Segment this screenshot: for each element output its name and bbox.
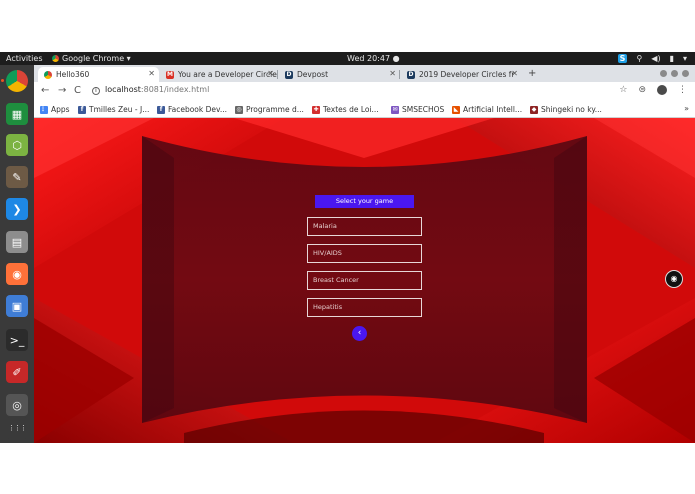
close-tab-icon[interactable]: ✕ [267, 69, 274, 78]
gmail-favicon-icon: M [166, 70, 174, 79]
bookmark-item[interactable]: ◆ Shingeki no ky... [530, 105, 602, 114]
tab-hello360[interactable]: Hello360 ✕ [38, 67, 159, 82]
url-host: localhost [105, 85, 141, 94]
app-menu-label: Google Chrome ▾ [62, 54, 131, 63]
bookmark-favicon-icon: ⋮⋮ [40, 105, 52, 114]
bookmark-favicon-icon: f [157, 105, 165, 114]
close-window-icon[interactable] [682, 70, 689, 77]
bookmarks-overflow-button[interactable]: » [684, 104, 689, 113]
running-indicator [1, 79, 4, 82]
bookmark-label: Programme d... [246, 105, 304, 114]
bookmark-favicon-icon: f [78, 105, 86, 114]
bookmark-label: Artificial Intell... [463, 105, 523, 114]
maximize-icon[interactable] [671, 70, 678, 77]
game-option-breast-cancer[interactable]: Breast Cancer [307, 271, 422, 290]
game-option-malaria[interactable]: Malaria [307, 217, 422, 236]
bookmark-item[interactable]: f Tmilles Zeu - J... [78, 105, 149, 114]
bookmark-label: Apps [51, 105, 70, 114]
bookmark-label: SMSECHOS [402, 105, 445, 114]
profile-avatar[interactable] [657, 85, 667, 95]
bookmark-label: Tmilles Zeu - J... [89, 105, 150, 114]
url-path: :8081/index.html [140, 85, 210, 94]
bookmark-favicon-icon: ◆ [530, 105, 538, 114]
tab-label: 2019 Developer Circles fr [419, 70, 515, 79]
bookmark-label: Shingeki no ky... [541, 105, 602, 114]
app-menu[interactable]: Google Chrome ▾ [52, 54, 131, 63]
back-button[interactable]: ← [41, 85, 49, 96]
bookmark-favicon-icon: ✉ [391, 105, 399, 114]
chrome-menu-button[interactable]: ⋮ [678, 85, 687, 95]
tab-strip: Hello360 ✕ M You are a Developer Circle … [34, 65, 695, 82]
reload-button[interactable]: C [74, 85, 81, 96]
power-menu-icon[interactable]: ▾ [683, 54, 687, 63]
image-viewer-icon[interactable]: ▣ [6, 295, 28, 317]
spreadsheet-icon[interactable]: ▦ [6, 103, 28, 125]
game-option-hepatitis[interactable]: Hepatitis [307, 298, 422, 317]
bookmark-favicon-icon: ✚ [312, 105, 320, 114]
vscode-icon[interactable]: ❯ [6, 198, 28, 220]
cube-icon[interactable]: ⬡ [6, 134, 28, 156]
game-option-hiv-aids[interactable]: HIV/AIDS [307, 244, 422, 263]
launcher-dock: ▦ ⬡ ✎ ❯ ▤ ◉ ▣ >_ ✐ ◎ ⋮⋮⋮ [0, 65, 34, 443]
text-editor-icon[interactable]: ✐ [6, 361, 28, 383]
bookmark-item[interactable]: ◎ Programme d... [235, 105, 304, 114]
desktop-screen: Activities Google Chrome ▾ Wed 20:47 ● S… [0, 52, 695, 443]
tab-developer-circles-2019[interactable]: D 2019 Developer Circles fr ✕ [401, 67, 522, 82]
tab-devpost[interactable]: D Devpost ✕ [279, 67, 400, 82]
chrome-favicon-icon [44, 70, 52, 79]
address-bar[interactable]: i localhost:8081/index.html [92, 85, 209, 95]
page-viewport: Select your game Malaria HIV/AIDS Breast… [34, 118, 695, 443]
new-tab-button[interactable]: + [528, 68, 536, 79]
bookmark-label: Facebook Dev... [168, 105, 228, 114]
bookmark-item[interactable]: ✉ SMSECHOS [391, 105, 444, 114]
chrome-icon [52, 55, 59, 62]
bookmark-item[interactable]: f Facebook Dev... [157, 105, 227, 114]
volume-icon[interactable]: ◀) [651, 54, 660, 63]
battery-icon[interactable]: ▮ [670, 54, 674, 63]
bookmark-label: Textes de Loi... [323, 105, 379, 114]
close-tab-icon[interactable]: ✕ [148, 69, 155, 78]
bookmark-favicon-icon: ◎ [235, 105, 243, 114]
system-top-bar: Activities Google Chrome ▾ Wed 20:47 ● S… [0, 52, 695, 65]
close-tab-icon[interactable]: ✕ [511, 69, 518, 78]
tab-developer-circle[interactable]: M You are a Developer Circle ✕ [160, 67, 278, 82]
vr-mode-button[interactable]: ◉ [665, 270, 683, 288]
minimize-icon[interactable] [660, 70, 667, 77]
terminal-icon[interactable]: >_ [6, 329, 28, 351]
disk-icon[interactable]: ◎ [6, 394, 28, 416]
files-icon[interactable]: ▤ [6, 231, 28, 253]
close-tab-icon[interactable]: ✕ [389, 69, 396, 78]
tab-separator [399, 70, 400, 79]
wifi-icon[interactable]: ⚲ [636, 54, 642, 63]
tab-separator [277, 70, 278, 79]
clock[interactable]: Wed 20:47 ● [347, 54, 400, 63]
bookmark-item[interactable]: ✚ Textes de Loi... [312, 105, 379, 114]
devpost-favicon-icon: D [285, 70, 293, 79]
game-select-menu: Select your game Malaria HIV/AIDS Breast… [34, 118, 695, 443]
window-controls [660, 70, 689, 77]
info-icon[interactable]: i [92, 87, 100, 95]
bookmark-star-icon[interactable]: ☆ [619, 85, 627, 95]
show-apps-icon[interactable]: ⋮⋮⋮ [6, 417, 28, 439]
bookmark-favicon-icon: ◣ [452, 105, 460, 114]
browser-toolbar: ← → C i localhost:8081/index.html ☆ ⊜ ⋮ [34, 82, 695, 102]
forward-button[interactable]: → [58, 85, 66, 96]
bookmark-item[interactable]: ⋮⋮ Apps [40, 105, 70, 114]
select-game-heading: Select your game [315, 195, 414, 208]
devpost-favicon-icon: D [407, 70, 415, 79]
tab-label: You are a Developer Circle [178, 70, 277, 79]
bookmarks-bar: » ⋮⋮ Apps f Tmilles Zeu - J... f Facebook Dev… [34, 102, 695, 118]
skype-icon[interactable]: S [617, 54, 628, 63]
bookmark-item[interactable]: ◣ Artificial Intell... [452, 105, 522, 114]
browser-window: Hello360 ✕ M You are a Developer Circle … [34, 65, 695, 443]
tab-label: Devpost [297, 70, 329, 79]
activities-button[interactable]: Activities [6, 54, 43, 63]
gimp-icon[interactable]: ✎ [6, 166, 28, 188]
system-tray[interactable]: S ⚲ ◀) ▮ ▾ [617, 54, 687, 63]
back-button-circle[interactable]: ‹ [352, 326, 367, 341]
chrome-icon[interactable] [6, 70, 28, 92]
extension-icon[interactable]: ⊜ [638, 85, 646, 95]
tab-label: Hello360 [56, 70, 90, 79]
firefox-icon[interactable]: ◉ [6, 263, 28, 285]
